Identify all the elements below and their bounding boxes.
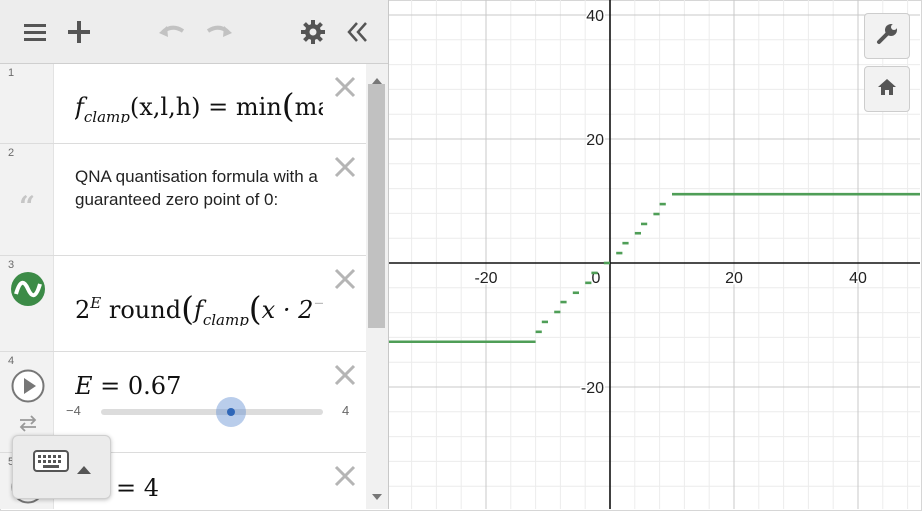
graph-paper[interactable]: -20 0 20 40 40 20 -20	[386, 0, 920, 509]
note-text[interactable]: QNA quantisation formula with a guarante…	[75, 165, 325, 211]
expression-math[interactable]: 2E round(fclamp(x · 2−1	[75, 287, 323, 326]
redo-icon[interactable]	[203, 16, 235, 48]
expression-row-1[interactable]: 1 fclamp(x,l,h) = min(ma	[0, 64, 366, 144]
keyboard-icon	[33, 450, 69, 477]
keyboard-toggle-button[interactable]	[12, 435, 111, 499]
close-icon[interactable]	[331, 361, 359, 389]
function-subscript: clamp	[202, 311, 249, 326]
close-icon[interactable]	[331, 265, 359, 293]
y-tick-label: 20	[586, 132, 604, 149]
y-tick-label: -20	[581, 380, 604, 397]
slider-variable: E	[75, 372, 93, 400]
expression-index: 2	[8, 147, 15, 159]
expression-index: 4	[8, 355, 15, 367]
y-tick-label: 40	[586, 8, 604, 25]
quote-icon: “	[19, 190, 36, 223]
function-name: f	[193, 296, 203, 324]
expression-tail: x · 2	[261, 296, 314, 324]
scroll-down-arrow-icon[interactable]	[372, 488, 382, 506]
open-paren: (	[281, 86, 295, 123]
expression-math[interactable]: = 4	[116, 474, 216, 502]
faded-exponent: −1	[313, 294, 323, 312]
plus-icon[interactable]	[63, 16, 95, 48]
scrollbar-thumb[interactable]	[368, 84, 385, 328]
home-icon	[877, 78, 897, 101]
function-name: f	[75, 93, 84, 121]
slider-min-label[interactable]: −4	[66, 403, 81, 418]
x-tick-label: 40	[849, 270, 867, 287]
x-tick-label: -20	[474, 270, 497, 287]
expression-index: 3	[8, 259, 15, 271]
slider-max-label[interactable]: 4	[342, 403, 349, 418]
expression-gutter: 3	[0, 256, 54, 351]
power-exponent: E	[90, 294, 102, 312]
open-paren: (	[248, 289, 262, 326]
expression-index: 1	[8, 67, 15, 79]
slider-track[interactable]	[101, 409, 323, 415]
x-tick-label: 20	[725, 270, 743, 287]
wrench-icon	[876, 23, 898, 50]
slider-value-text: = 0.67	[92, 372, 182, 400]
expression-tail: = 4	[116, 474, 160, 502]
zoom-home-button[interactable]	[864, 66, 910, 112]
expression-row-3[interactable]: 3 2E round(fclamp(x · 2−1	[0, 256, 366, 352]
expression-tail: ma	[294, 93, 323, 121]
expression-row-2[interactable]: 2 “ QNA quantisation formula with a guar…	[0, 144, 366, 256]
graph-settings-button[interactable]	[864, 13, 910, 59]
expression-gutter: 1	[0, 64, 54, 143]
graph-canvas[interactable]: -20 0 20 404020-20	[386, 0, 920, 509]
expression-panel: 1 fclamp(x,l,h) = min(ma 2 “ QNA quantis…	[0, 0, 389, 509]
double-chevron-left-icon[interactable]	[342, 16, 374, 48]
play-icon[interactable]	[11, 369, 45, 403]
close-icon[interactable]	[331, 73, 359, 101]
power-base: 2	[75, 296, 91, 324]
slider-handle-dot	[226, 408, 235, 416]
undo-icon[interactable]	[156, 16, 188, 48]
caret-up-icon	[77, 461, 91, 479]
graph-color-toggle-icon[interactable]	[11, 272, 45, 306]
function-args: (x,l,h) = min	[129, 93, 282, 121]
expression-math[interactable]: fclamp(x,l,h) = min(ma	[75, 84, 323, 123]
close-icon[interactable]	[331, 462, 359, 490]
slider-handle[interactable]	[215, 397, 246, 427]
function-subscript: clamp	[83, 108, 130, 123]
expression-scrollbar[interactable]	[366, 64, 388, 509]
close-icon[interactable]	[331, 153, 359, 181]
expression-math[interactable]: E = 0.67	[75, 372, 323, 400]
open-paren: (	[181, 289, 194, 326]
hamburger-icon[interactable]	[19, 16, 51, 48]
loop-icon[interactable]	[17, 414, 39, 432]
expression-gutter: 2 “	[0, 144, 54, 255]
gear-icon[interactable]	[297, 16, 329, 48]
expression-toolbar	[0, 0, 388, 64]
round-function: round	[101, 296, 182, 324]
